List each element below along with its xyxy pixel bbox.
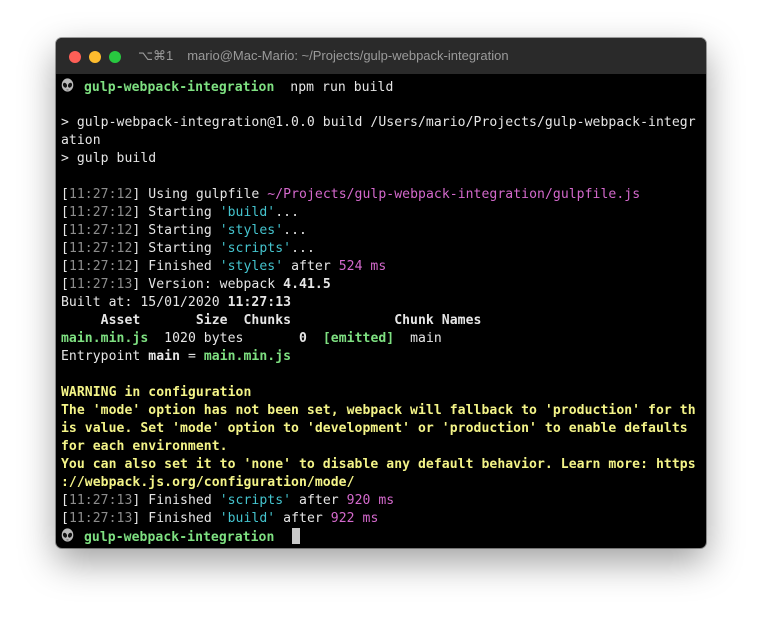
entrypoint-file: main.min.js <box>203 349 292 364</box>
timestamp: 11:27:13 <box>68 511 133 526</box>
window-title: ⌥⌘1 mario@Mac-Mario: ~/Projects/gulp-webp… <box>138 48 509 64</box>
assets-table-row: main.min.js 1020 bytes 0 [emitted] main <box>61 330 701 348</box>
timestamp: 11:27:13 <box>68 277 133 292</box>
log-text: Finished <box>148 259 212 274</box>
ellipsis: ... <box>291 241 315 256</box>
npm-run-text-wrap: ation <box>61 133 101 148</box>
timestamp: 11:27:12 <box>68 187 133 202</box>
log-line-finished-styles: [11:27:12] Finished 'styles' after 524 m… <box>61 259 387 274</box>
timestamp: 11:27:12 <box>68 205 133 220</box>
asset-size: 1020 bytes <box>164 331 244 346</box>
prompt-dir: gulp-webpack-integration <box>84 80 275 95</box>
warning-text: The 'mode' option has not been set, webp… <box>61 403 696 418</box>
gulp-build-text: > gulp build <box>61 151 157 166</box>
title-bar: ⌥⌘1 mario@Mac-Mario: ~/Projects/gulp-webp… <box>56 38 706 74</box>
final-prompt-line: gulp-webpack-integration <box>61 528 701 546</box>
built-at-time: 11:27:13 <box>227 295 292 310</box>
npm-run-text: > gulp-webpack-integration@1.0.0 build /… <box>61 115 696 130</box>
warning-text: is value. Set 'mode' option to 'developm… <box>61 421 688 436</box>
alien-icon <box>61 528 74 542</box>
task-name: 'build' <box>219 205 276 220</box>
task-name: 'styles' <box>219 259 284 274</box>
assets-header-text: Asset Size Chunks Chunk Names <box>61 313 482 328</box>
task-name: 'scripts' <box>219 241 292 256</box>
warning-heading-text: WARNING in configuration <box>61 385 252 400</box>
built-at-label: Built at: 15/01/2020 <box>61 295 220 310</box>
npm-run-line-wrap: ation <box>61 132 701 150</box>
log-text: after <box>291 259 331 274</box>
warning-line: You can also set it to 'none' to disable… <box>61 456 701 474</box>
log-text: Starting <box>148 241 212 256</box>
log-text: after <box>283 511 323 526</box>
ellipsis: ... <box>275 205 300 220</box>
task-name: 'build' <box>219 511 276 526</box>
asset-emitted: [emitted] <box>322 331 395 346</box>
ellipsis: ... <box>283 223 307 238</box>
log-line-starting-styles: [11:27:12] Starting 'styles'... <box>61 223 307 238</box>
timestamp: 11:27:12 <box>68 241 133 256</box>
entrypoint-line: Entrypoint main = main.min.js <box>61 348 701 366</box>
warning-heading: WARNING in configuration <box>61 384 701 402</box>
entrypoint-label: Entrypoint <box>61 349 141 364</box>
text-cursor <box>292 528 301 544</box>
timestamp: 11:27:13 <box>68 493 133 508</box>
log-line-starting-scripts: [11:27:12] Starting 'scripts'... <box>61 241 315 256</box>
warning-line: ://webpack.js.org/configuration/mode/ <box>61 474 701 492</box>
prompt-line: gulp-webpack-integration npm run build <box>61 78 701 96</box>
terminal-window: ⌥⌘1 mario@Mac-Mario: ~/Projects/gulp-webp… <box>56 38 706 548</box>
log-text: Starting <box>148 223 212 238</box>
minimize-button[interactable] <box>89 51 101 63</box>
version-value: 4.41.5 <box>283 277 331 292</box>
duration: 920 ms <box>346 493 395 508</box>
asset-chunk-name: main <box>410 331 442 346</box>
prompt-command: npm run build <box>290 80 394 95</box>
gulpfile-path: ~/Projects/gulp-webpack-integration/gulp… <box>267 187 641 202</box>
alien-icon <box>61 78 74 92</box>
zoom-button[interactable] <box>109 51 121 63</box>
duration: 922 ms <box>330 511 379 526</box>
task-name: 'scripts' <box>219 493 292 508</box>
log-line-version: [11:27:13] Version: webpack 4.41.5 <box>61 277 331 292</box>
duration: 524 ms <box>338 259 387 274</box>
prompt-dir: gulp-webpack-integration <box>84 530 275 545</box>
window-title-text: mario@Mac-Mario: ~/Projects/gulp-webpack… <box>187 48 509 63</box>
warning-line: The 'mode' option has not been set, webp… <box>61 402 701 420</box>
assets-table-header: Asset Size Chunks Chunk Names <box>61 312 701 330</box>
log-line-using-gulpfile: [11:27:12] Using gulpfile ~/Projects/gul… <box>61 187 641 202</box>
warning-text: for each environment. <box>61 439 228 454</box>
npm-run-line: > gulp-webpack-integration@1.0.0 build /… <box>61 114 701 132</box>
log-line-starting-build: [11:27:12] Starting 'build'... <box>61 205 300 220</box>
traffic-lights <box>69 51 129 63</box>
asset-name: main.min.js <box>61 331 149 346</box>
entrypoint-eq: = <box>187 349 196 364</box>
warning-text: ://webpack.js.org/configuration/mode/ <box>61 475 355 490</box>
log-line-finished-build: [11:27:13] Finished 'build' after 922 ms <box>61 511 379 526</box>
log-line-finished-scripts: [11:27:13] Finished 'scripts' after 920 … <box>61 493 395 508</box>
entrypoint-name: main <box>148 349 181 364</box>
version-label: Version: webpack <box>148 277 276 292</box>
gulp-build-line: > gulp build <box>61 150 701 168</box>
terminal-output[interactable]: gulp-webpack-integration npm run build >… <box>56 74 706 548</box>
log-text: after <box>299 493 339 508</box>
timestamp: 11:27:12 <box>68 223 133 238</box>
warning-text: You can also set it to 'none' to disable… <box>61 457 696 472</box>
built-at-line: Built at: 15/01/2020 11:27:13 <box>61 294 701 312</box>
asset-chunk: 0 <box>299 331 307 346</box>
close-button[interactable] <box>69 51 81 63</box>
log-text: Finished <box>148 511 212 526</box>
warning-line: is value. Set 'mode' option to 'developm… <box>61 420 701 438</box>
log-text: Finished <box>148 493 212 508</box>
timestamp: 11:27:12 <box>68 259 133 274</box>
task-name: 'styles' <box>219 223 284 238</box>
warning-line: for each environment. <box>61 438 701 456</box>
window-shortcut: ⌥⌘1 <box>138 48 174 63</box>
log-text: Using gulpfile <box>148 187 260 202</box>
log-text: Starting <box>148 205 212 220</box>
